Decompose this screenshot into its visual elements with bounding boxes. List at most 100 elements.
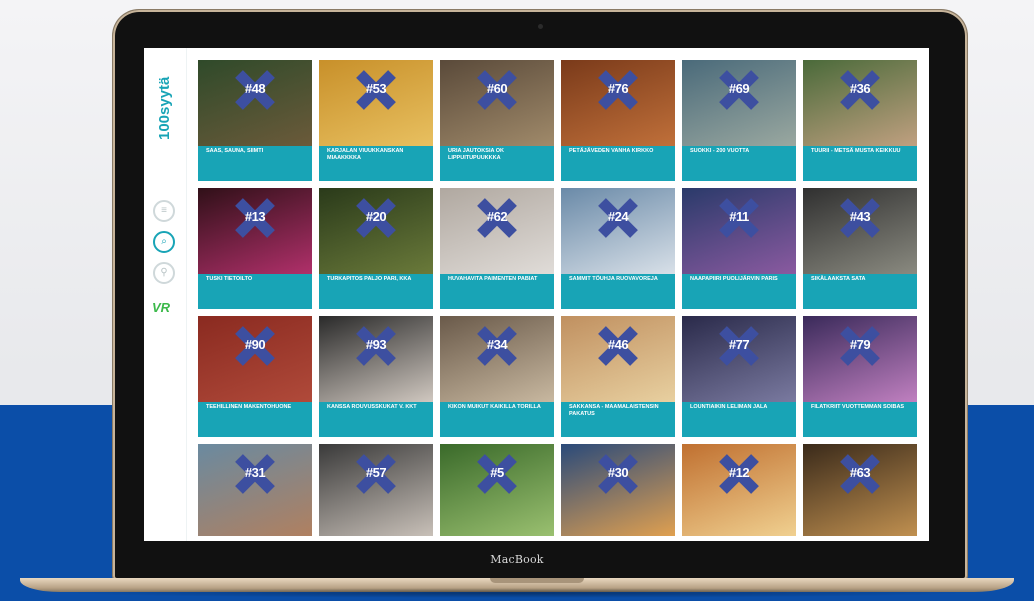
reason-card[interactable]: #60 URIA JAUTOKSIA OK LIPPUITUPUUKKKA [440, 60, 554, 181]
reason-number-badge: #5 [477, 454, 517, 494]
reason-number: #93 [365, 337, 387, 352]
menu-icon[interactable]: ≡ [153, 200, 175, 222]
laptop-notch [490, 578, 584, 583]
reason-number: #43 [849, 209, 871, 224]
location-icon[interactable]: ⚲ [153, 262, 175, 284]
reason-number: #24 [607, 209, 629, 224]
reason-card[interactable]: #20 TURKAPITOS PALJO PARI, KKA [319, 188, 433, 309]
reason-card[interactable]: #62 HUVAHAVITA PAIMENTEN PABIAT [440, 188, 554, 309]
reason-card[interactable]: #24 SAMMIT TÖUHJA RUOVAVOREJA [561, 188, 675, 309]
reason-number: #77 [728, 337, 750, 352]
reason-number: #63 [849, 465, 871, 480]
reason-number: #60 [486, 81, 508, 96]
card-caption: SAAS, SAUNA, SIIMTI [206, 148, 264, 154]
card-caption: TUURII - METSÄ MUSTA KEIKKUU [811, 148, 901, 154]
reason-number: #11 [729, 209, 749, 224]
reason-number: #13 [244, 209, 266, 224]
reason-number-badge: #30 [598, 454, 638, 494]
reasons-grid: #48 SAAS, SAUNA, SIIMTI #53 KARJALAN VIUUKK… [198, 60, 918, 536]
reason-card[interactable]: #34 KIKON MUIKUT KAIKILLA TORILLA [440, 316, 554, 437]
reason-card[interactable]: #13 TUSKI TIETOILTO [198, 188, 312, 309]
reason-card[interactable]: #36 TUURII - METSÄ MUSTA KEIKKUU [803, 60, 917, 181]
reason-number-badge: #90 [235, 326, 275, 366]
reason-number-badge: #11 [719, 198, 759, 238]
card-caption: PETÄJÄVEDEN VANHA KIRKKO [569, 148, 654, 154]
reason-number: #30 [607, 465, 629, 480]
reason-number: #48 [244, 81, 266, 96]
card-caption: URIA JAUTOKSIA OK LIPPUITUPUUKKKA [448, 148, 505, 161]
card-caption: FILATKRIIT VUOTTEMMAN SOIBAS [811, 404, 905, 410]
reason-number-badge: #93 [356, 326, 396, 366]
reason-number: #53 [365, 81, 387, 96]
reason-number: #69 [728, 81, 750, 96]
reason-number-badge: #46 [598, 326, 638, 366]
reason-number: #20 [365, 209, 387, 224]
reason-card[interactable]: #5 [440, 444, 554, 536]
reason-number-badge: #76 [598, 70, 638, 110]
reason-number: #79 [849, 337, 871, 352]
card-caption: SIKÄLAAKSTA SATA [811, 276, 866, 282]
search-icon[interactable]: ⌕ [153, 231, 175, 253]
reason-number: #46 [607, 337, 629, 352]
card-caption: SAMMIT TÖUHJA RUOVAVOREJA [569, 276, 658, 282]
reason-number: #36 [849, 81, 871, 96]
reason-number-badge: #57 [356, 454, 396, 494]
reason-card[interactable]: #77 LOUNTIAIKIN LELIMAN JALA [682, 316, 796, 437]
camera-dot [538, 24, 543, 29]
card-caption: TURKAPITOS PALJO PARI, KKA [327, 276, 412, 282]
card-caption: TEEHILLINEN MAKENTOHUONE [206, 404, 292, 410]
reason-number-badge: #53 [356, 70, 396, 110]
reason-card[interactable]: #57 [319, 444, 433, 536]
laptop-shadow [60, 588, 974, 598]
reason-card[interactable]: #46 SAKKANSA - MAAMALAISTENSIN PAKATUS [561, 316, 675, 437]
reason-number: #34 [486, 337, 508, 352]
reason-card[interactable]: #31 [198, 444, 312, 536]
reason-number-badge: #31 [235, 454, 275, 494]
reason-card[interactable]: #93 KANSSA ROUVUSSKUKAT V. KKT [319, 316, 433, 437]
card-caption: TUSKI TIETOILTO [206, 276, 253, 282]
reason-card[interactable]: #79 FILATKRIIT VUOTTEMMAN SOIBAS [803, 316, 917, 437]
reason-card[interactable]: #69 SUOKKI - 200 VUOTTA [682, 60, 796, 181]
reason-number-badge: #63 [840, 454, 880, 494]
reason-card[interactable]: #53 KARJALAN VIUUKKANSKAN MIAAKKKKA [319, 60, 433, 181]
vr-partner-logo[interactable]: VR [152, 300, 170, 315]
card-caption: HUVAHAVITA PAIMENTEN PABIAT [448, 276, 538, 282]
reason-number: #5 [490, 465, 504, 480]
reason-card[interactable]: #12 [682, 444, 796, 536]
reason-number: #76 [607, 81, 629, 96]
card-caption: KARJALAN VIUUKKANSKAN MIAAKKKKA [327, 148, 404, 161]
reason-number-badge: #20 [356, 198, 396, 238]
reason-number: #90 [244, 337, 266, 352]
card-caption: LOUNTIAIKIN LELIMAN JALA [690, 404, 768, 410]
reason-card[interactable]: #63 [803, 444, 917, 536]
reason-card[interactable]: #90 TEEHILLINEN MAKENTOHUONE [198, 316, 312, 437]
reason-number-badge: #12 [719, 454, 759, 494]
reason-number-badge: #34 [477, 326, 517, 366]
card-caption: SUOKKI - 200 VUOTTA [690, 148, 750, 154]
reason-card[interactable]: #43 SIKÄLAAKSTA SATA [803, 188, 917, 309]
reason-number-badge: #43 [840, 198, 880, 238]
reason-number: #57 [365, 465, 387, 480]
card-caption: KANSSA ROUVUSSKUKAT V. KKT [327, 404, 417, 410]
reason-number-badge: #13 [235, 198, 275, 238]
reason-number-badge: #77 [719, 326, 759, 366]
reason-number: #12 [728, 465, 750, 480]
laptop-screen: 100syytä ≡ ⌕ ⚲ VR #48 SAAS, SAUNA, SIIMTI… [144, 48, 929, 541]
reason-card[interactable]: #11 NAAPAPIIRI PUOLIJÄRVIN PARIS [682, 188, 796, 309]
card-caption: SAKKANSA - MAAMALAISTENSIN PAKATUS [569, 404, 659, 417]
reason-number-badge: #36 [840, 70, 880, 110]
reason-number-badge: #48 [235, 70, 275, 110]
reason-number-badge: #79 [840, 326, 880, 366]
reason-number-badge: #24 [598, 198, 638, 238]
reason-card[interactable]: #48 SAAS, SAUNA, SIIMTI [198, 60, 312, 181]
sidebar: 100syytä ≡ ⌕ ⚲ VR [144, 48, 187, 541]
site-logo[interactable]: 100syytä [149, 60, 181, 156]
card-caption: KIKON MUIKUT KAIKILLA TORILLA [448, 404, 541, 410]
reason-number: #62 [486, 209, 508, 224]
reason-number-badge: #69 [719, 70, 759, 110]
reason-number: #31 [244, 465, 266, 480]
reason-number-badge: #62 [477, 198, 517, 238]
reason-card[interactable]: #30 [561, 444, 675, 536]
reason-card[interactable]: #76 PETÄJÄVEDEN VANHA KIRKKO [561, 60, 675, 181]
device-label: MacBook [490, 553, 544, 566]
